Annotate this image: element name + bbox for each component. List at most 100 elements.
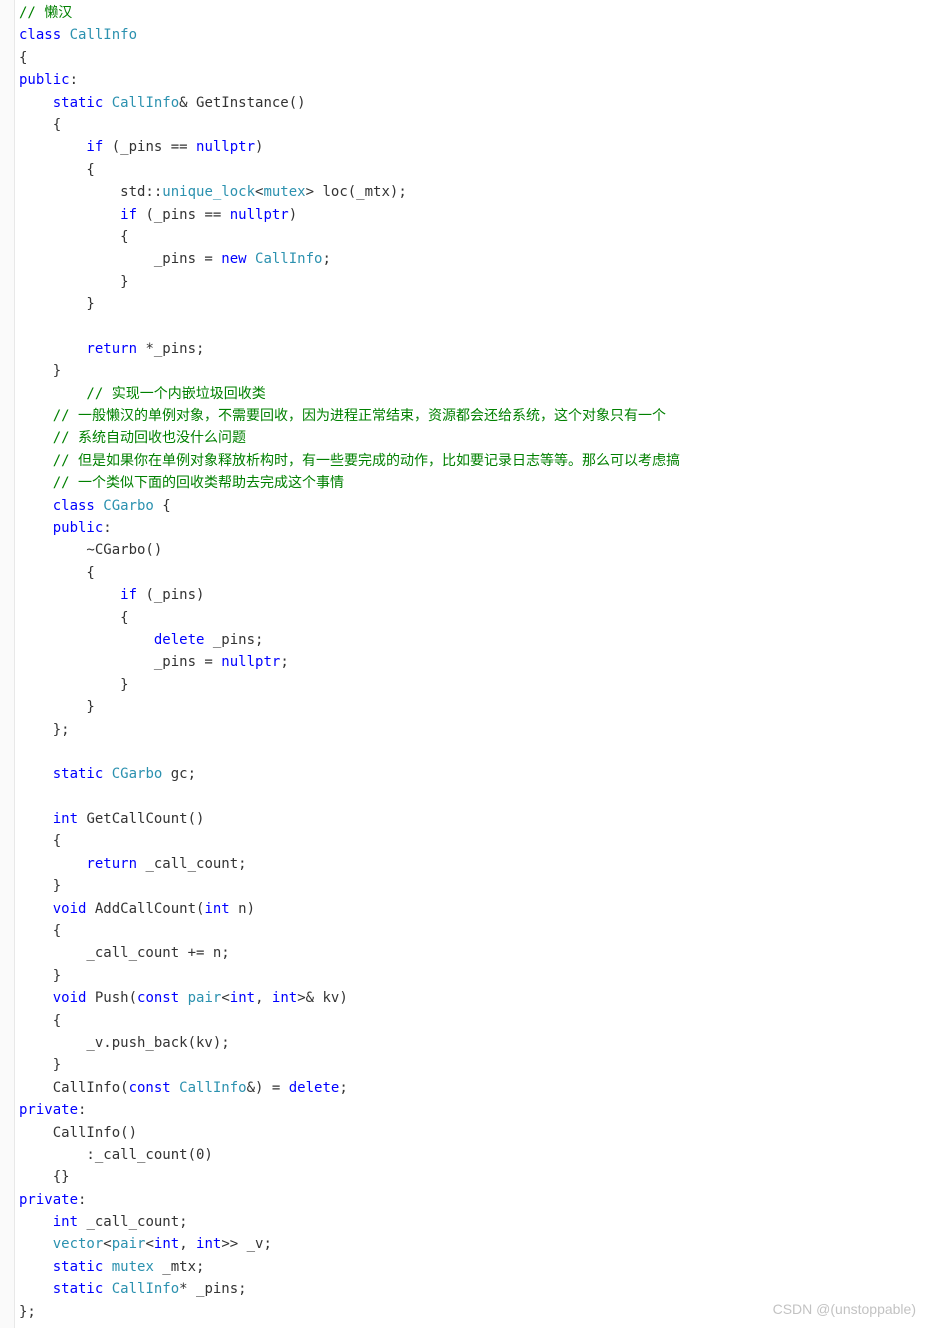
type-mutex: mutex: [103, 1259, 154, 1275]
brace: }: [19, 274, 129, 290]
ident: gc;: [162, 766, 196, 782]
keyword-void: void: [19, 990, 86, 1006]
brace: {: [19, 1013, 61, 1029]
brace: {: [154, 498, 171, 514]
keyword-int: int: [272, 990, 297, 1006]
expr: (_pins): [137, 587, 204, 603]
keyword-return: return: [19, 341, 137, 357]
type-cgarbo: CGarbo: [95, 498, 154, 514]
brace: }: [19, 677, 129, 693]
colon: :: [78, 1102, 86, 1118]
keyword-if: if: [19, 207, 137, 223]
keyword-int: int: [19, 1214, 78, 1230]
keyword-static: static: [19, 95, 103, 111]
keyword-delete: delete: [19, 632, 204, 648]
expr: _pins =: [19, 251, 221, 267]
type-name: CallInfo: [103, 1281, 179, 1297]
semi: ;: [322, 251, 330, 267]
func-sig: AddCallCount(: [86, 901, 204, 917]
keyword-const: const: [137, 990, 179, 1006]
semi: ;: [339, 1080, 347, 1096]
keyword-static: static: [19, 1281, 103, 1297]
keyword-int: int: [19, 811, 78, 827]
colon: :: [103, 520, 111, 536]
colon: :: [78, 1192, 86, 1208]
comment-line: // 懒汉: [19, 5, 72, 21]
colon: :: [70, 72, 78, 88]
keyword-nullptr: nullptr: [230, 207, 289, 223]
stmt: _v.push_back(kv);: [19, 1035, 230, 1051]
angle: <: [145, 1236, 153, 1252]
brace: {: [19, 162, 95, 178]
keyword-static: static: [19, 1259, 103, 1275]
code-block: // 懒汉 class CallInfo { public: static Ca…: [15, 0, 926, 1328]
keyword-static: static: [19, 766, 103, 782]
keyword-private: private: [19, 1102, 78, 1118]
expr: *_pins;: [137, 341, 204, 357]
keyword-void: void: [19, 901, 86, 917]
rest: &) =: [247, 1080, 289, 1096]
keyword-class: class: [19, 27, 61, 43]
brace: };: [19, 722, 70, 738]
keyword-const: const: [129, 1080, 171, 1096]
keyword-nullptr: nullptr: [196, 139, 255, 155]
brace: {: [19, 117, 61, 133]
type-unique-lock: unique_lock: [162, 184, 255, 200]
keyword-public: public: [19, 520, 103, 536]
paren: ): [255, 139, 263, 155]
func-sig: GetCallCount(): [78, 811, 204, 827]
keyword-int: int: [154, 1236, 179, 1252]
brace: }: [19, 296, 95, 312]
comment-line: // 系统自动回收也没什么问题: [19, 430, 246, 446]
comment-line: // 实现一个内嵌垃圾回收类: [19, 386, 266, 402]
brace: {}: [19, 1169, 70, 1185]
keyword-int: int: [196, 1236, 221, 1252]
func-sig: CallInfo(: [19, 1080, 129, 1096]
brace: }: [19, 1057, 61, 1073]
fold-gutter: [0, 0, 15, 1328]
comma: ,: [255, 990, 272, 1006]
type-name: CallInfo: [247, 251, 323, 267]
type-mutex: mutex: [263, 184, 305, 200]
paren: ): [289, 207, 297, 223]
stmt: _call_count += n;: [19, 945, 230, 961]
brace: }: [19, 363, 61, 379]
expr: (_pins ==: [137, 207, 230, 223]
func-sig: & GetInstance(): [179, 95, 305, 111]
type-cgarbo: CGarbo: [103, 766, 162, 782]
type-pair: pair: [112, 1236, 146, 1252]
brace: }: [19, 699, 95, 715]
brace: }: [19, 968, 61, 984]
brace: }: [19, 878, 61, 894]
brace: {: [19, 50, 27, 66]
brace: {: [19, 833, 61, 849]
param: n): [230, 901, 255, 917]
expr: _call_count;: [137, 856, 247, 872]
comment-line: // 一般懒汉的单例对象，不需要回收，因为进程正常结束，资源都会还给系统，这个对…: [19, 408, 666, 424]
keyword-return: return: [19, 856, 137, 872]
expr: _pins =: [19, 654, 221, 670]
ident: * _pins;: [179, 1281, 246, 1297]
comma: ,: [179, 1236, 196, 1252]
keyword-nullptr: nullptr: [221, 654, 280, 670]
ctor: CallInfo(): [19, 1125, 137, 1141]
expr: (_pins ==: [103, 139, 196, 155]
keyword-new: new: [221, 251, 246, 267]
rest: >& kv): [297, 990, 348, 1006]
angle: <: [221, 990, 229, 1006]
semi: ;: [280, 654, 288, 670]
keyword-int: int: [230, 990, 255, 1006]
keyword-public: public: [19, 72, 70, 88]
ident: _call_count;: [78, 1214, 188, 1230]
ident: _mtx;: [154, 1259, 205, 1275]
type-name: CallInfo: [103, 95, 179, 111]
keyword-int: int: [204, 901, 229, 917]
type-vector: vector: [19, 1236, 103, 1252]
brace: {: [19, 565, 95, 581]
comment-line: // 但是如果你在单例对象释放析构时，有一些要完成的动作，比如要记录日志等等。那…: [19, 453, 680, 469]
ns: std::: [19, 184, 162, 200]
type-pair: pair: [179, 990, 221, 1006]
keyword-if: if: [19, 139, 103, 155]
expr: _pins;: [204, 632, 263, 648]
keyword-if: if: [19, 587, 137, 603]
